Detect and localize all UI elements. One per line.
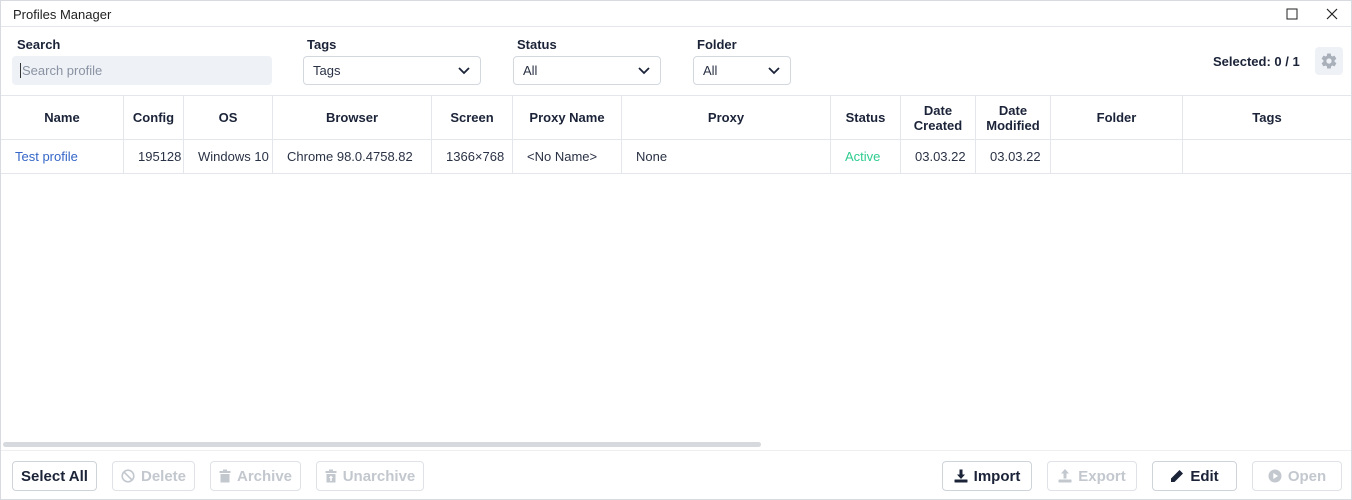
cell-date-created: 03.03.22 [901, 140, 976, 173]
column-header-date-modified[interactable]: Date Modified [976, 96, 1051, 139]
delete-button[interactable]: Delete [112, 461, 195, 491]
settings-button[interactable] [1315, 47, 1343, 75]
upload-icon [1058, 469, 1072, 483]
unarchive-label: Unarchive [342, 467, 416, 485]
selected-count: Selected: 0 / 1 [1213, 54, 1300, 69]
tags-select-value: Tags [313, 63, 341, 78]
column-header-status[interactable]: Status [831, 96, 901, 139]
status-label: Status [517, 37, 557, 52]
play-circle-icon [1268, 469, 1282, 483]
cell-proxy-name: <No Name> [513, 140, 622, 173]
column-header-screen[interactable]: Screen [432, 96, 513, 139]
ban-icon [121, 469, 135, 483]
chevron-down-icon [768, 66, 780, 74]
close-icon [1326, 8, 1338, 20]
cell-proxy[interactable]: None [622, 140, 831, 173]
horizontal-scrollbar[interactable] [3, 442, 761, 447]
cell-browser: Chrome 98.0.4758.82 [273, 140, 432, 173]
column-header-os[interactable]: OS [184, 96, 273, 139]
folder-select[interactable]: All [693, 56, 791, 85]
download-icon [954, 469, 968, 483]
import-button[interactable]: Import [942, 461, 1032, 491]
cell-os: Windows 10 [184, 140, 273, 173]
cell-status: Active [831, 140, 901, 173]
cell-tags[interactable] [1183, 140, 1351, 173]
export-button[interactable]: Export [1047, 461, 1137, 491]
open-button[interactable]: Open [1252, 461, 1342, 491]
column-header-name[interactable]: Name [1, 96, 124, 139]
select-all-label: Select All [21, 467, 88, 485]
column-header-config[interactable]: Config [124, 96, 184, 139]
column-header-tags[interactable]: Tags [1183, 96, 1351, 139]
profiles-manager-window: Profiles Manager Search Search profile T… [0, 0, 1352, 500]
search-label: Search [17, 37, 61, 52]
maximize-icon [1286, 8, 1298, 20]
title-bar: Profiles Manager [1, 1, 1351, 27]
status-select-value: All [523, 63, 538, 78]
table-header: Name Config OS Browser Screen Proxy Name… [1, 95, 1351, 140]
footer-divider [1, 450, 1351, 451]
archive-label: Archive [236, 467, 293, 485]
cell-config: 195128 [124, 140, 184, 173]
text-cursor [20, 63, 21, 78]
export-label: Export [1078, 467, 1126, 485]
cell-date-modified: 03.03.22 [976, 140, 1051, 173]
column-header-proxy-name[interactable]: Proxy Name [513, 96, 622, 139]
delete-label: Delete [140, 467, 187, 485]
edit-button[interactable]: Edit [1152, 461, 1237, 491]
search-placeholder: Search profile [22, 63, 103, 78]
table-row[interactable]: Test profile 195128 Windows 10 Chrome 98… [1, 140, 1351, 174]
select-all-button[interactable]: Select All [12, 461, 97, 491]
trash-icon [219, 469, 231, 483]
tags-select[interactable]: Tags [303, 56, 481, 85]
trash-restore-icon [325, 469, 337, 483]
filter-bar: Search Search profile Tags Tags Status A… [1, 27, 1351, 95]
search-input[interactable]: Search profile [12, 56, 272, 85]
cell-name[interactable]: Test profile [1, 140, 124, 173]
import-label: Import [973, 467, 1021, 485]
archive-button[interactable]: Archive [210, 461, 301, 491]
chevron-down-icon [638, 66, 650, 74]
unarchive-button[interactable]: Unarchive [316, 461, 424, 491]
status-select[interactable]: All [513, 56, 661, 85]
edit-label: Edit [1190, 467, 1219, 485]
folder-select-value: All [703, 63, 718, 78]
tags-label: Tags [307, 37, 337, 52]
column-header-date-created[interactable]: Date Created [901, 96, 976, 139]
column-header-proxy[interactable]: Proxy [622, 96, 831, 139]
maximize-button[interactable] [1277, 4, 1307, 24]
open-label: Open [1287, 467, 1327, 485]
cell-folder[interactable] [1051, 140, 1183, 173]
gear-icon [1321, 53, 1337, 69]
pencil-icon [1171, 470, 1184, 482]
column-header-browser[interactable]: Browser [273, 96, 432, 139]
cell-screen: 1366×768 [432, 140, 513, 173]
close-button[interactable] [1317, 4, 1347, 24]
chevron-down-icon [458, 66, 470, 74]
folder-label: Folder [697, 37, 737, 52]
column-header-folder[interactable]: Folder [1051, 96, 1183, 139]
window-title: Profiles Manager [13, 7, 112, 22]
